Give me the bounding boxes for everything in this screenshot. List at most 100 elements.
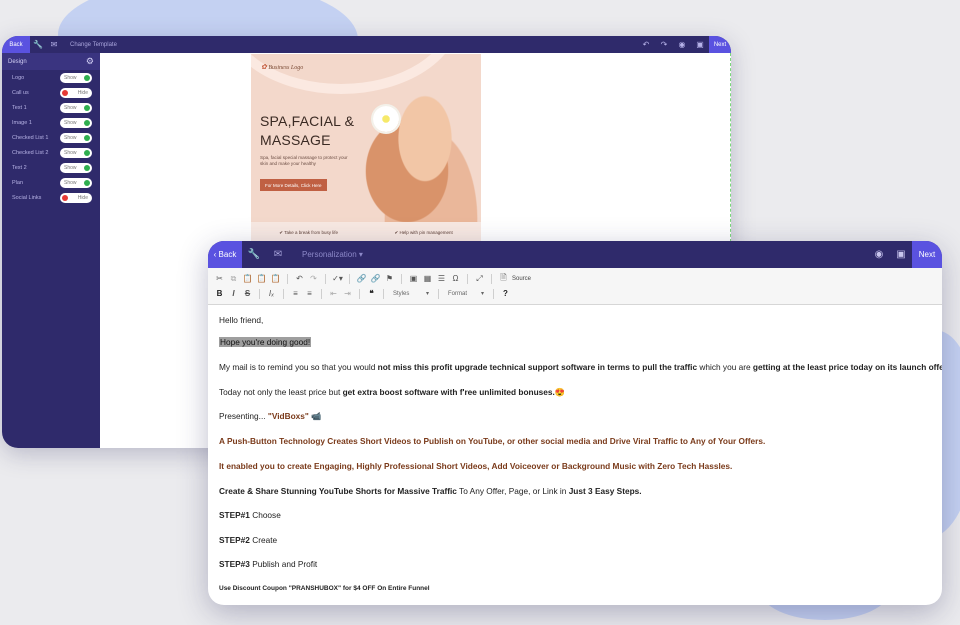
toolbar-divider (467, 273, 468, 284)
preview-eye-icon[interactable]: ◉ (673, 36, 691, 53)
spa-template-preview[interactable]: ✿ Business Logo SPA,FACIAL & MASSAGE Spa… (251, 54, 481, 244)
next-button[interactable]: Next (912, 241, 942, 268)
toolbar-divider (491, 273, 492, 284)
mail-icon[interactable]: ✉ (46, 36, 62, 53)
toggle-knob (62, 89, 68, 96)
format-dropdown[interactable]: Format ▾ (445, 288, 487, 299)
special-char-omega-icon[interactable]: Ω (450, 273, 461, 285)
table-icon[interactable]: ▦ (422, 273, 433, 285)
template-title: SPA,FACIAL & MASSAGE (260, 113, 355, 148)
personalization-dropdown[interactable]: Personalization ▾ (302, 250, 363, 259)
toggle-knob (84, 164, 90, 171)
indent-icon[interactable]: ⇥ (342, 288, 353, 300)
gear-icon[interactable]: ⚙ (86, 56, 94, 67)
design-toggle-label: Image 1 (12, 119, 32, 126)
bold-icon[interactable]: B (214, 288, 225, 300)
email-greeting: Hello friend, (219, 315, 264, 325)
redo-icon[interactable]: ↷ (308, 273, 319, 285)
paste-text-icon[interactable]: 📋 (256, 273, 267, 285)
email-paragraph: Presenting... "VidBoxs" 📹 (219, 411, 322, 421)
unlink-icon[interactable]: 🔗 (370, 273, 381, 285)
model-photo (359, 82, 479, 244)
show-hide-toggle[interactable]: Show (60, 117, 92, 128)
toolbar-divider (438, 288, 439, 299)
source-button[interactable]: Source (512, 276, 531, 282)
undo-icon[interactable]: ↶ (294, 273, 305, 285)
help-icon[interactable]: ? (500, 288, 511, 300)
show-hide-toggle[interactable]: Show (60, 162, 92, 173)
email-paragraph: A Push-Button Technology Creates Short V… (219, 436, 766, 446)
design-toggle-row: Checked List 1 Show (2, 130, 100, 145)
remove-format-icon[interactable]: Iₓ (266, 288, 277, 300)
paste-word-icon[interactable]: 📋 (270, 273, 281, 285)
toggle-knob (84, 74, 90, 81)
email-body-editor[interactable]: Hello friend, Hope you're doing good! My… (208, 305, 942, 605)
design-toggle-row: Call us Hide (2, 85, 100, 100)
email-step: STEP#2 Create (219, 535, 278, 545)
show-hide-toggle[interactable]: Show (60, 102, 92, 113)
toolbar-divider (283, 288, 284, 299)
image-icon[interactable]: ▣ (408, 273, 419, 285)
styles-dropdown[interactable]: Styles ▾ (390, 288, 432, 299)
video-camera-emoji: 📹 (311, 411, 322, 421)
cut-icon[interactable]: ✂ (214, 273, 225, 285)
rich-text-toolbar: ✂ ⧉ 📋 📋 📋 ↶ ↷ ✓▾ 🔗 🔗 ⚑ ▣ ▦ ☰ Ω ⤢ 🗎 Sourc… (208, 268, 942, 305)
design-toggle-row: Text 1 Show (2, 100, 100, 115)
wrench-icon[interactable]: 🔧 (30, 36, 46, 53)
email-line: Hope you're doing good! (219, 337, 312, 347)
flower-image (373, 106, 399, 132)
source-icon[interactable]: 🗎 (498, 273, 509, 285)
numbered-list-icon[interactable]: ≡ (290, 288, 301, 300)
bulleted-list-icon[interactable]: ≡ (304, 288, 315, 300)
design-toggle-label: Plan (12, 179, 24, 186)
save-icon[interactable]: ▣ (890, 241, 912, 268)
toggle-knob (84, 134, 90, 141)
template-editor-topbar: Back 🔧 ✉ Change Template ↶ ↷ ◉ ▣ Next (2, 36, 731, 53)
copy-icon[interactable]: ⧉ (228, 273, 239, 285)
back-button[interactable]: ‹ Back (208, 241, 242, 268)
logo-flower-icon: ✿ (261, 63, 267, 71)
redo-icon[interactable]: ↷ (655, 36, 673, 53)
email-paragraph: My mail is to remind you so that you wou… (219, 362, 942, 372)
show-hide-toggle[interactable]: Show (60, 177, 92, 188)
design-toggle-row: Logo Show (2, 70, 100, 85)
heart-eyes-emoji: 😍 (554, 387, 566, 397)
anchor-flag-icon[interactable]: ⚑ (384, 273, 395, 285)
toolbar-divider (359, 288, 360, 299)
design-toggle-label: Checked List 2 (12, 149, 49, 156)
show-hide-toggle[interactable]: Show (60, 147, 92, 158)
template-cta-button[interactable]: For More Details, Click Here (260, 179, 327, 191)
blockquote-icon[interactable]: ❝ (366, 288, 377, 300)
template-subtitle: Spa, facial special massage to protect y… (260, 155, 348, 166)
strikethrough-icon[interactable]: S (242, 288, 253, 300)
show-hide-toggle[interactable]: Hide (60, 192, 92, 203)
email-editor-window: ‹ Back 🔧 ✉ Personalization ▾ ◉ ▣ Next ✂ … (208, 241, 942, 605)
change-template-link[interactable]: Change Template (70, 42, 117, 48)
save-icon[interactable]: ▣ (691, 36, 709, 53)
show-hide-toggle[interactable]: Show (60, 132, 92, 143)
next-button[interactable]: Next (709, 36, 731, 53)
toolbar-divider (383, 288, 384, 299)
toggle-knob (62, 194, 68, 201)
wrench-icon[interactable]: 🔧 (242, 241, 266, 268)
italic-icon[interactable]: I (228, 288, 239, 300)
preview-eye-icon[interactable]: ◉ (868, 241, 890, 268)
show-hide-toggle[interactable]: Show (60, 72, 92, 83)
email-step: STEP#1 Choose (219, 510, 281, 520)
paste-icon[interactable]: 📋 (242, 273, 253, 285)
undo-icon[interactable]: ↶ (637, 36, 655, 53)
check-item: ✔ Help with pin management (394, 230, 453, 235)
toolbar-divider (493, 288, 494, 299)
link-icon[interactable]: 🔗 (356, 273, 367, 285)
horizontal-line-icon[interactable]: ☰ (436, 273, 447, 285)
outdent-icon[interactable]: ⇤ (328, 288, 339, 300)
design-sidebar: Design ⚙ Logo Show Call us Hide Text 1 Show Im… (2, 53, 100, 448)
back-button[interactable]: Back (2, 36, 30, 53)
toggle-knob (84, 104, 90, 111)
design-toggle-label: Call us (12, 89, 29, 96)
mail-icon[interactable]: ✉ (266, 241, 290, 268)
spellcheck-icon[interactable]: ✓▾ (332, 273, 343, 285)
toolbar-divider (287, 273, 288, 284)
show-hide-toggle[interactable]: Hide (60, 87, 92, 98)
maximize-icon[interactable]: ⤢ (474, 273, 485, 285)
